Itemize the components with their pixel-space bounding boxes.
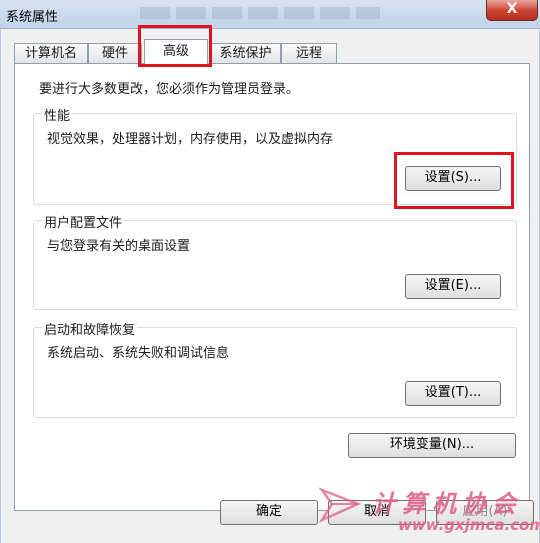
tab-remote[interactable]: 远程 — [281, 43, 337, 63]
environment-variables-button[interactable]: 环境变量(N)... — [348, 433, 516, 458]
tab-system-protection[interactable]: 系统保护 — [210, 43, 281, 63]
group-desc-user-profiles: 与您登录有关的桌面设置 — [47, 239, 191, 254]
startup-recovery-settings-button[interactable]: 设置(T)... — [405, 381, 501, 406]
tab-highlight-box — [138, 25, 212, 67]
title-bar-ghost-text — [140, 7, 380, 19]
group-title-startup-recovery: 启动和故障恢复 — [42, 319, 138, 338]
user-profiles-settings-button[interactable]: 设置(E)... — [405, 274, 501, 299]
window-title: 系统属性 — [6, 10, 59, 25]
group-title-user-profiles: 用户配置文件 — [42, 212, 125, 231]
close-button[interactable]: X — [486, 0, 538, 21]
group-desc-startup-recovery: 系统启动、系统失败和调试信息 — [47, 346, 230, 361]
group-desc-performance: 视觉效果，处理器计划，内存使用，以及虚拟内存 — [47, 132, 334, 147]
group-title-performance: 性能 — [42, 105, 73, 124]
performance-button-highlight-box — [394, 152, 514, 209]
group-startup-recovery: 启动和故障恢复 系统启动、系统失败和调试信息 设置(T)... — [33, 319, 517, 418]
tab-computer-name[interactable]: 计算机名 — [14, 43, 88, 63]
group-user-profiles: 用户配置文件 与您登录有关的桌面设置 设置(E)... — [33, 212, 517, 310]
admin-notice: 要进行大多数更改，您必须作为管理员登录。 — [39, 82, 300, 97]
watermark-url: www.gxjmca.com — [398, 516, 540, 534]
tab-hardware[interactable]: 硬件 — [88, 43, 142, 63]
watermark-logo-icon — [318, 487, 362, 523]
dialog-client-area: 计算机名 硬件 高级 系统保护 远程 要进行大多数更改，您必须作为管理员登录。 … — [0, 25, 540, 543]
title-bar: 系统属性 X — [0, 0, 540, 29]
watermark-title: 计算机协会 — [372, 490, 522, 518]
ok-button[interactable]: 确定 — [220, 500, 318, 525]
